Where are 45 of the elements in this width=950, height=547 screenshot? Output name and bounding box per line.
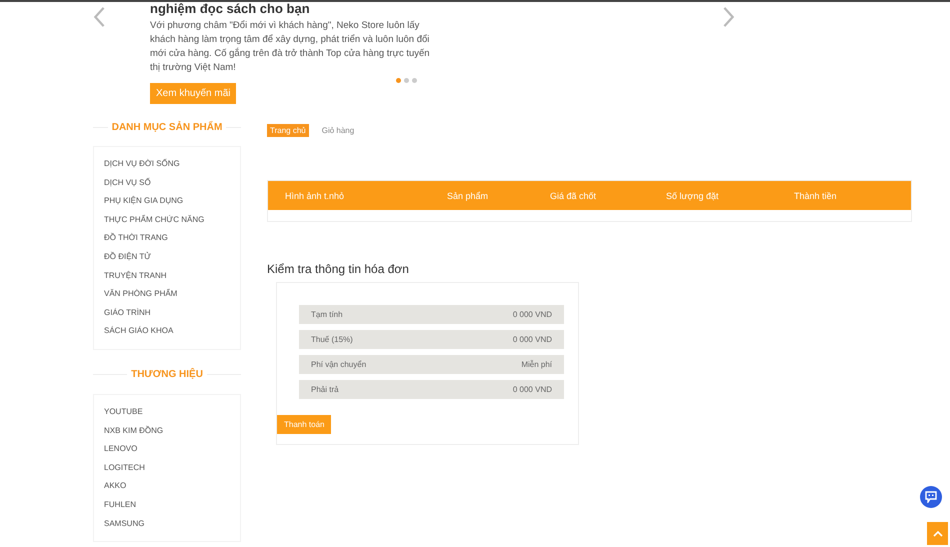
invoice-label: Phí vận chuyển xyxy=(311,360,366,369)
sidebar-link[interactable]: DỊCH VỤ SỐ xyxy=(104,174,230,192)
invoice-value: 0 000 VND xyxy=(512,335,552,344)
sidebar-link[interactable]: SÁCH GIÁO KHOA xyxy=(104,322,230,341)
invoice-heading: Kiểm tra thông tin hóa đơn xyxy=(267,262,410,276)
sidebar-link[interactable]: ĐỒ THỜI TRANG xyxy=(104,229,230,248)
invoice-value: Miễn phí xyxy=(521,360,552,369)
invoice-label: Thuế (15%) xyxy=(311,335,353,344)
carousel-dot[interactable] xyxy=(404,78,409,83)
sidebar-heading: THƯƠNG HIỆU xyxy=(131,369,203,380)
sidebar-link[interactable]: VĂN PHÒNG PHẨM xyxy=(104,285,230,304)
breadcrumb-link[interactable]: Giỏ hàng xyxy=(318,124,358,137)
carousel-dot[interactable] xyxy=(396,78,401,83)
column-header: Số lượng đặt xyxy=(666,190,720,200)
invoice-value: 0 000 VND xyxy=(512,385,552,394)
carousel-dot[interactable] xyxy=(412,78,417,83)
sidebar-link[interactable]: LOGITECH xyxy=(104,458,230,478)
sidebar-link[interactable]: FUHLEN xyxy=(104,496,230,514)
sidebar-link[interactable]: SAMSUNG xyxy=(104,514,230,534)
sidebar-heading: DANH MỤC SẢN PHẨM xyxy=(112,122,222,132)
sidebar-link[interactable]: TRUYỆN TRANH xyxy=(104,266,230,286)
invoice-label: Phải trả xyxy=(311,385,339,394)
scroll-top-button[interactable] xyxy=(927,522,948,545)
slide-heading: nghiệm đọc sách cho bạn xyxy=(150,2,311,16)
sidebar-link[interactable]: AKKO xyxy=(104,477,230,496)
column-header: Sản phẩm xyxy=(447,190,490,200)
sidebar-link[interactable]: ĐỒ ĐIỆN TỬ xyxy=(104,248,230,267)
sidebar-link[interactable]: YOUTUBE xyxy=(104,402,230,422)
sidebar-link[interactable]: GIÁO TRÌNH xyxy=(104,304,230,322)
chevron-right-icon[interactable] xyxy=(722,6,736,28)
sidebar-link[interactable]: THỰC PHẨM CHỨC NĂNG xyxy=(104,210,230,230)
column-header: Giá đã chốt xyxy=(550,190,598,200)
column-header: Thành tiền xyxy=(794,190,838,200)
column-header: Hình ảnh t.nhỏ xyxy=(285,190,346,200)
invoice-value: 0 000 VND xyxy=(512,310,552,319)
slide-text: Với phương châm "Đổi mới vì khách hàng", Neko Store luôn lấy khách hàng làm trọng tâm để xây dựng, phát triển và luôn luôn đổi mới cửa hàng. Cố gắng trên đà trở thành Top cửa hàng trực tuyến thị trường Việt Nam! xyxy=(150,19,430,75)
sidebar-link[interactable]: LENOVO xyxy=(104,440,230,459)
chevron-up-icon xyxy=(932,530,942,537)
sidebar-link[interactable]: DỊCH VỤ ĐỜI SỐNG xyxy=(104,155,230,174)
chat-icon xyxy=(925,491,937,503)
chat-button[interactable] xyxy=(920,486,942,508)
invoice-label: Tạm tính xyxy=(311,310,343,319)
sidebar-link[interactable]: PHỤ KIỆN GIA DỤNG xyxy=(104,192,230,211)
sidebar-link[interactable]: NXB KIM ĐỒNG xyxy=(104,422,230,440)
chevron-left-icon[interactable] xyxy=(92,6,106,28)
